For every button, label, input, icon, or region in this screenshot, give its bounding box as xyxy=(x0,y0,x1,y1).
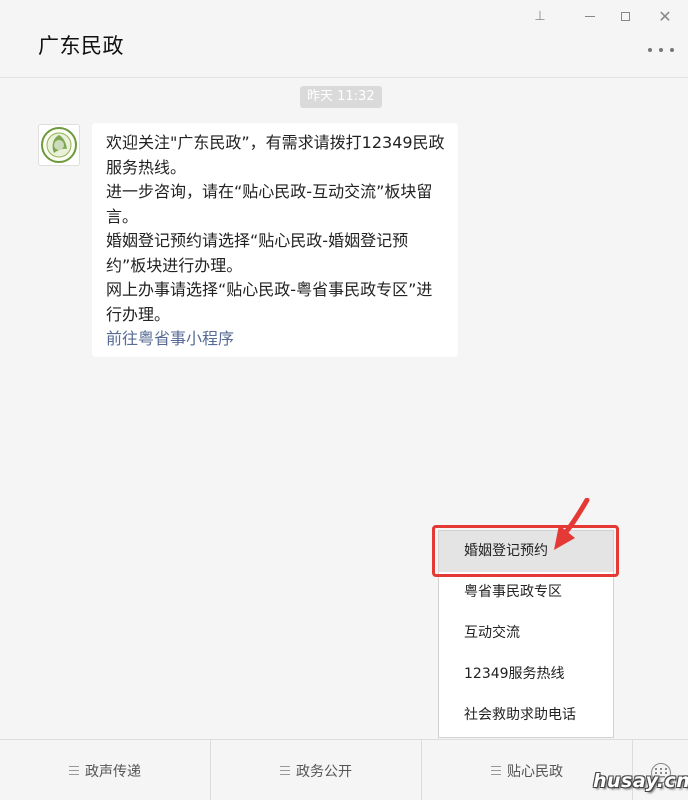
bottom-menu-item[interactable]: 政声传递 xyxy=(0,740,211,800)
menu-list-icon xyxy=(280,766,290,775)
watermark: husay.cn xyxy=(593,770,688,792)
message-line: 欢迎关注"广东民政”，有需求请拨打12349民政服务热线。 xyxy=(106,133,445,177)
red-arrow-annotation xyxy=(554,498,590,550)
bottom-menu-bar: 政声传递 政务公开 贴心民政 xyxy=(0,739,688,800)
title-bar: 广东民政 ⊥ ✕ xyxy=(0,0,688,78)
mini-program-link[interactable]: 前往粤省事小程序 xyxy=(106,327,448,352)
menu-item-social-assistance[interactable]: 社会救助求助电话 xyxy=(439,695,613,736)
menu-item-hotline[interactable]: 12349服务热线 xyxy=(439,654,613,695)
bottom-menu-label: 政务公开 xyxy=(296,763,352,780)
message-line: 婚姻登记预约请选择“贴心民政-婚姻登记预约”板块进行办理。 xyxy=(106,231,409,275)
menu-list-icon xyxy=(491,766,501,775)
message-line: 网上办事请选择“贴心民政-粤省事民政专区”进行办理。 xyxy=(106,280,433,324)
menu-item-interaction[interactable]: 互动交流 xyxy=(439,613,613,654)
message-bubble: 欢迎关注"广东民政”，有需求请拨打12349民政服务热线。 进一步咨询，请在“贴… xyxy=(92,123,458,357)
message-timestamp: 昨天 11:32 xyxy=(300,86,382,108)
pin-icon[interactable]: ⊥ xyxy=(529,6,551,26)
minzheng-logo-icon[interactable] xyxy=(38,124,80,166)
bottom-menu-label: 贴心民政 xyxy=(507,763,563,780)
menu-list-icon xyxy=(69,766,79,775)
message-line: 进一步咨询，请在“贴心民政-互动交流”板块留言。 xyxy=(106,182,433,226)
close-icon[interactable]: ✕ xyxy=(654,6,676,26)
minimize-icon[interactable] xyxy=(579,6,601,26)
highlight-box xyxy=(432,525,619,577)
bottom-menu-label: 政声传递 xyxy=(85,763,141,780)
more-options-icon[interactable] xyxy=(648,40,674,60)
window-title: 广东民政 xyxy=(38,34,124,58)
menu-item-yueshengshi-zone[interactable]: 粤省事民政专区 xyxy=(439,572,613,613)
maximize-icon[interactable] xyxy=(614,6,636,26)
bottom-menu-item[interactable]: 政务公开 xyxy=(211,740,422,800)
